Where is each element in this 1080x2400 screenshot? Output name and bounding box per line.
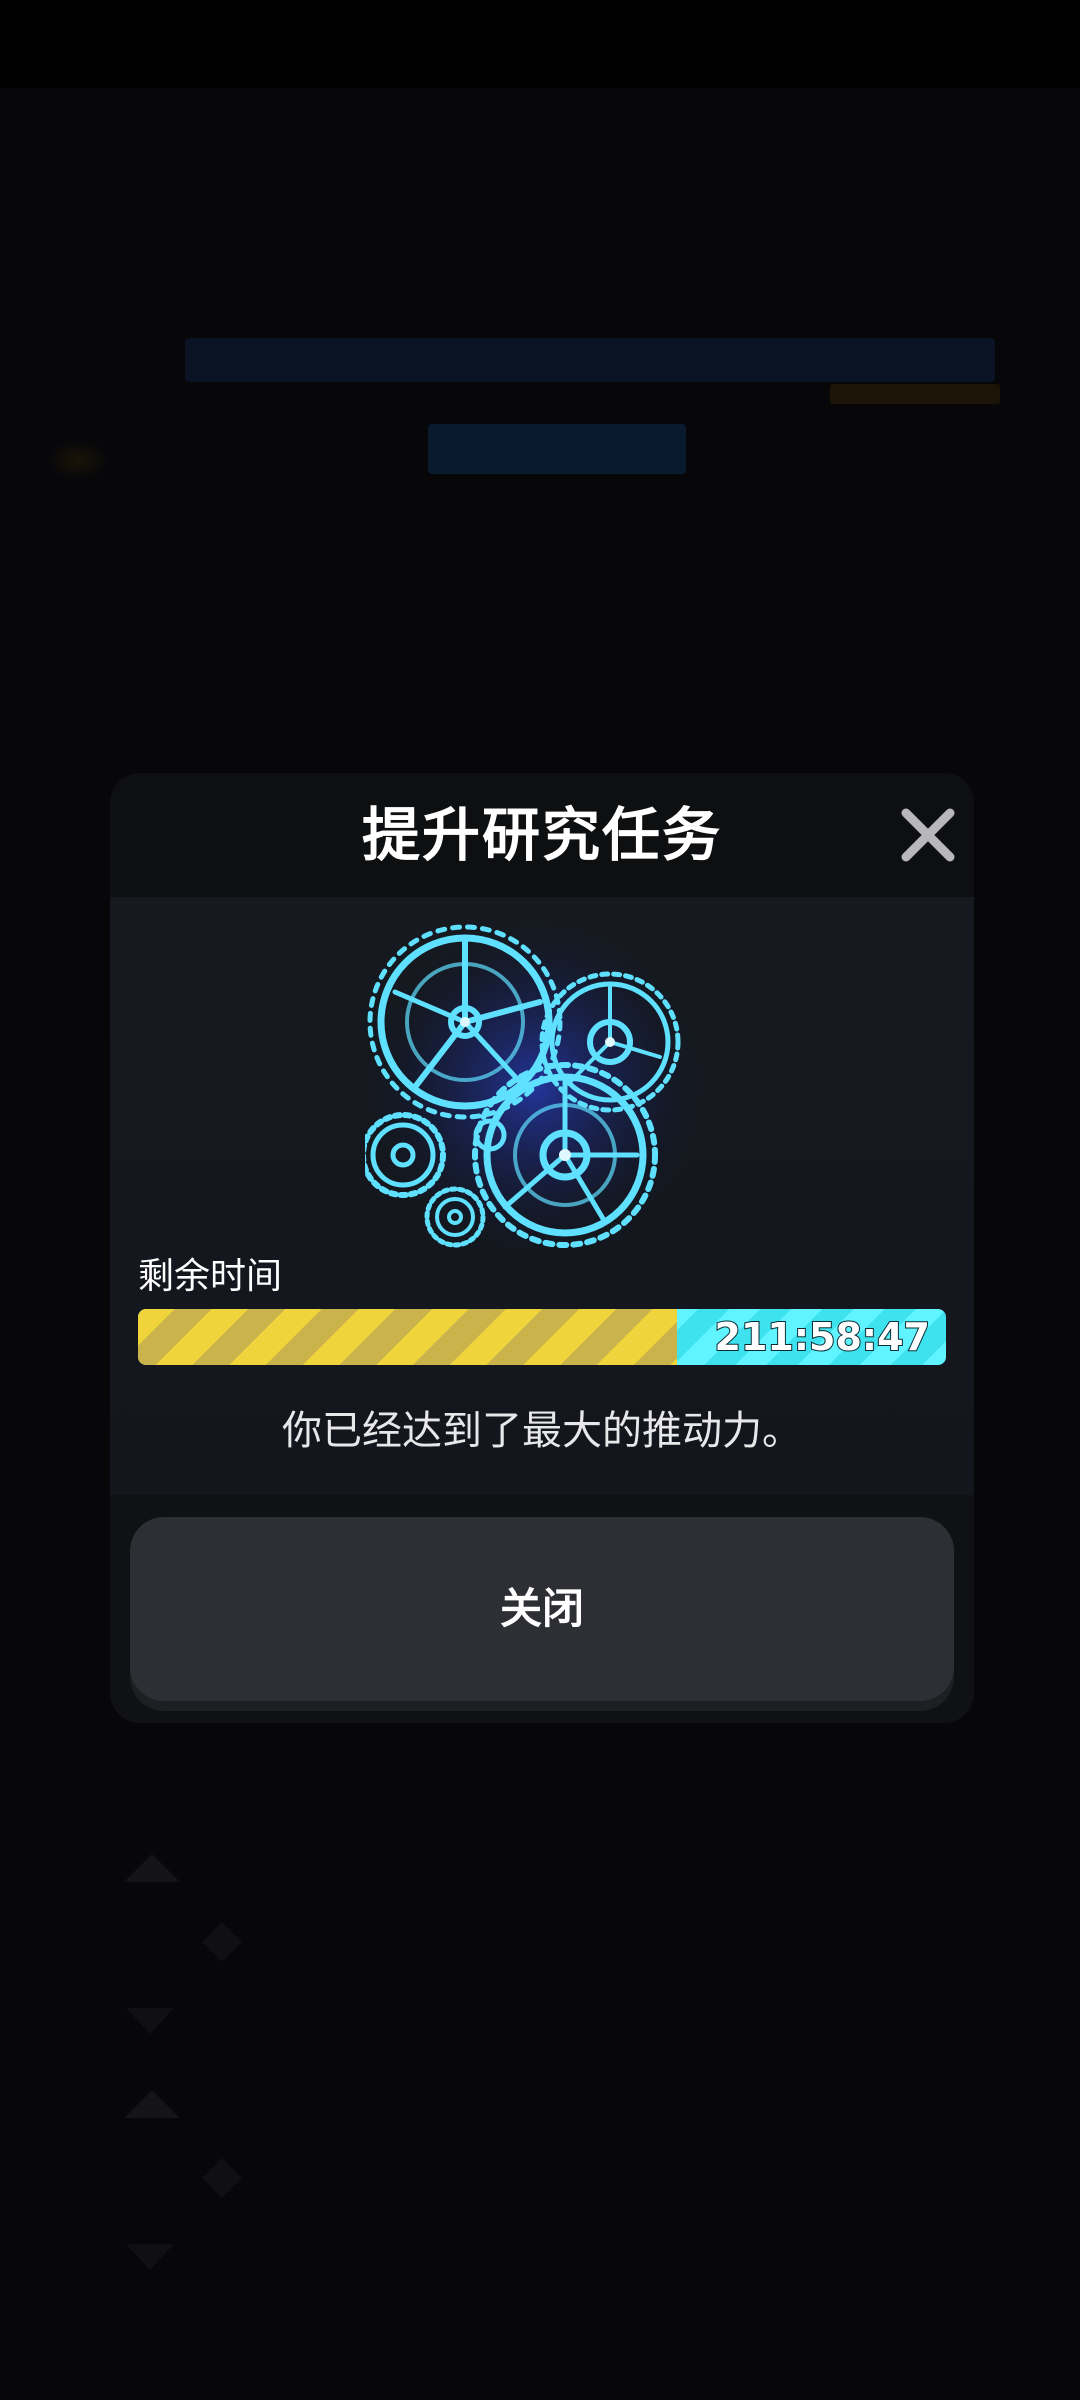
- background-up-arrow-icon: [124, 2090, 180, 2118]
- background-up-arrow-icon: [124, 1854, 180, 1882]
- progress-bar: 211:58:47: [138, 1309, 946, 1365]
- timer-text: 211:58:47: [714, 1314, 931, 1360]
- dialog-body: 剩余时间 211:58:47 你已经达到了最大的推动力。: [110, 897, 974, 1495]
- research-boost-dialog: 提升研究任务 剩余时间 211:58:47 你已经达到了最大的推动力。 关闭: [110, 773, 974, 1723]
- background-down-arrow-icon: [126, 2244, 174, 2270]
- max-boost-message: 你已经达到了最大的推动力。: [282, 1408, 802, 1454]
- background-pill: [428, 424, 686, 474]
- close-x-icon[interactable]: [890, 797, 966, 873]
- dialog-title: 提升研究任务: [361, 801, 722, 869]
- background-glow: [48, 440, 108, 480]
- remaining-time-label: 剩余时间: [138, 1256, 283, 1297]
- progress-fill: [138, 1309, 677, 1365]
- gears-icon: [360, 917, 705, 1257]
- background-diamond-icon: [202, 1922, 242, 1962]
- game-screen: 提升研究任务 剩余时间 211:58:47 你已经达到了最大的推动力。 关闭: [0, 0, 1080, 2400]
- background-down-arrow-icon: [126, 2008, 174, 2034]
- dialog-header: 提升研究任务: [110, 773, 974, 897]
- status-bar: [0, 0, 1080, 88]
- close-button[interactable]: 关闭: [130, 1517, 954, 1701]
- background-diamond-icon: [202, 2158, 242, 2198]
- background-banner-accent: [830, 384, 1000, 404]
- background-banner: [185, 338, 995, 382]
